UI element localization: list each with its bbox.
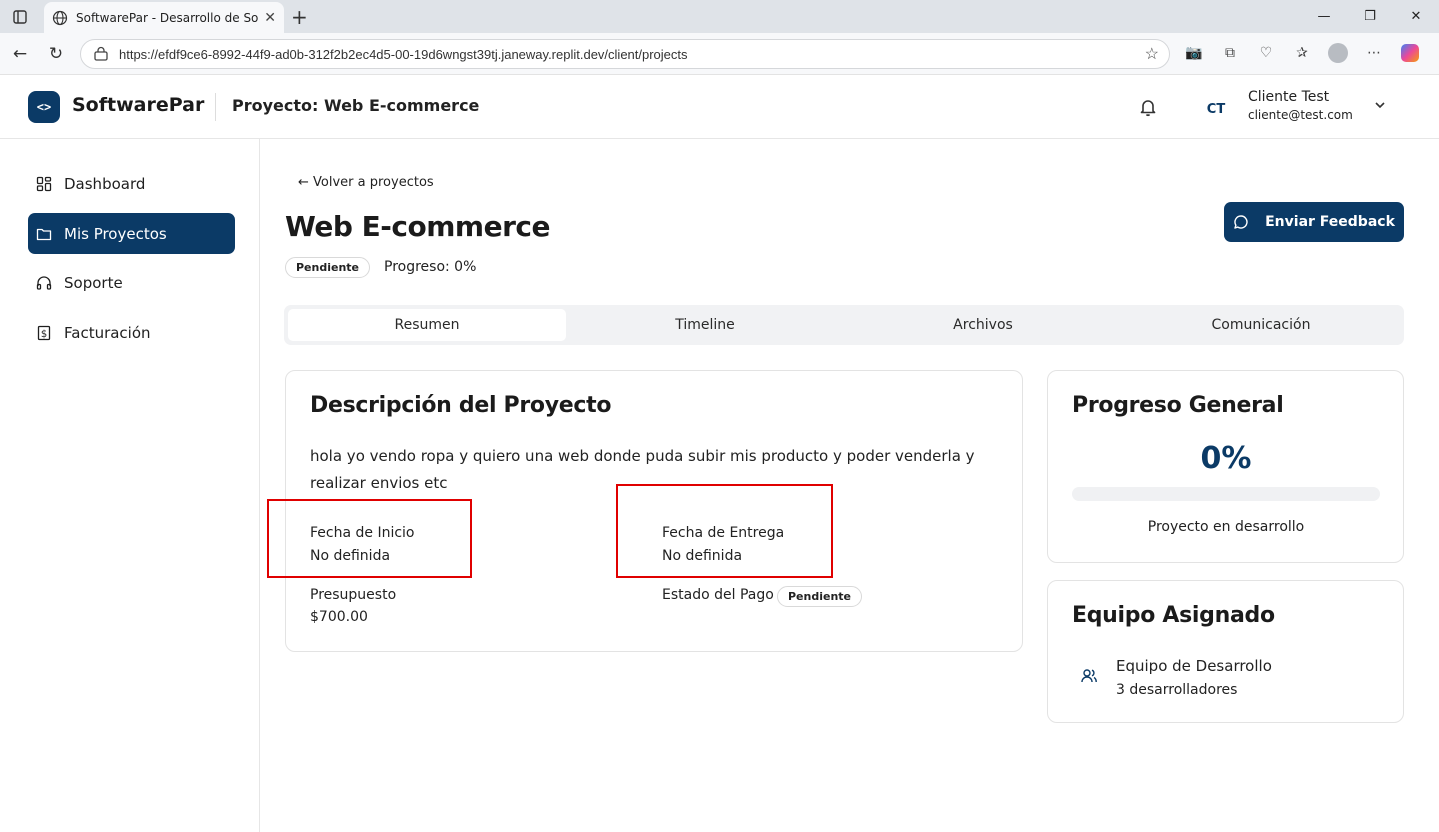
- grid-icon: [36, 176, 52, 191]
- browser-essentials-icon[interactable]: ♡: [1254, 41, 1278, 65]
- budget-label: Presupuesto: [310, 587, 397, 603]
- sidebar-item-label: Mis Proyectos: [64, 224, 167, 243]
- brand-name[interactable]: SoftwarePar: [72, 94, 204, 116]
- avatar[interactable]: CT: [1200, 93, 1232, 125]
- headphones-icon: [36, 275, 52, 290]
- description-title: Descripción del Proyecto: [310, 393, 612, 418]
- status-badge: Pendiente: [285, 257, 371, 278]
- favorite-star-icon[interactable]: ☆: [1145, 44, 1159, 64]
- progress-card: Progreso General 0% Proyecto en desarrol…: [1047, 370, 1404, 563]
- message-circle-icon: [1234, 215, 1248, 229]
- browser-tab-strip: SoftwarePar - Desarrollo de Softw ✕ + — …: [0, 0, 1439, 33]
- team-count: 3 desarrolladores: [1116, 682, 1238, 698]
- folder-icon: [36, 228, 52, 240]
- sidebar-item-soporte[interactable]: Soporte: [28, 262, 235, 303]
- highlight-box-start-date: [267, 499, 472, 578]
- back-arrow-icon[interactable]: ←: [8, 42, 32, 66]
- budget-value: $700.00: [310, 609, 368, 625]
- progress-status: Proyecto en desarrollo: [1147, 519, 1305, 535]
- users-icon: [1081, 669, 1097, 683]
- tab-bar: Resumen Timeline Archivos Comunicación: [284, 305, 1404, 345]
- window-controls: — ❐ ✕: [1301, 0, 1439, 33]
- team-card: Equipo Asignado Equipo de Desarrollo 3 d…: [1047, 580, 1404, 723]
- more-menu-icon[interactable]: ⋯: [1362, 41, 1386, 65]
- sidebar-item-label: Dashboard: [64, 174, 146, 193]
- tab-archivos[interactable]: Archivos: [844, 309, 1122, 341]
- copilot-icon[interactable]: [1398, 41, 1422, 65]
- globe-icon: [52, 10, 68, 25]
- send-feedback-label: Enviar Feedback: [1265, 214, 1395, 230]
- favorites-icon[interactable]: ✰: [1290, 41, 1314, 65]
- sidebar-item-facturacion[interactable]: $ Facturación: [28, 312, 235, 353]
- sidebar-item-dashboard[interactable]: Dashboard: [28, 163, 235, 204]
- extensions-icon[interactable]: ⧉: [1218, 41, 1242, 65]
- browser-toolbar: ← ↻ https://efdf9ce6-8992-44f9-ad0b-312f…: [0, 33, 1439, 75]
- payment-status-badge: Pendiente: [777, 586, 863, 607]
- header-divider: [215, 93, 216, 121]
- tab-comunicacion[interactable]: Comunicación: [1122, 309, 1400, 341]
- chevron-down-icon[interactable]: [1372, 97, 1388, 113]
- page-title: Proyecto: Web E-commerce: [232, 96, 480, 115]
- tab-title: SoftwarePar - Desarrollo de Softw: [76, 10, 259, 25]
- svg-text:$: $: [41, 329, 47, 340]
- tab-actions-icon[interactable]: [9, 6, 31, 28]
- project-name: Web E-commerce: [285, 210, 551, 243]
- browser-tab[interactable]: SoftwarePar - Desarrollo de Softw ✕: [44, 2, 284, 33]
- team-name: Equipo de Desarrollo: [1116, 657, 1272, 675]
- new-tab-icon[interactable]: +: [291, 5, 308, 29]
- app-header: <> SoftwarePar Proyecto: Web E-commerce …: [0, 75, 1439, 139]
- progress-text: Progreso: 0%: [384, 259, 477, 275]
- send-feedback-button[interactable]: Enviar Feedback: [1224, 202, 1404, 242]
- progress-title: Progreso General: [1072, 393, 1284, 418]
- team-title: Equipo Asignado: [1072, 603, 1275, 628]
- sidebar: Dashboard Mis Proyectos Soporte $ Factur…: [0, 139, 260, 832]
- bell-icon[interactable]: [1136, 95, 1160, 119]
- sidebar-item-label: Facturación: [64, 323, 151, 342]
- site-info-icon[interactable]: [93, 46, 109, 62]
- user-email: cliente@test.com: [1248, 108, 1353, 122]
- screenshot-icon[interactable]: 📷: [1182, 41, 1206, 65]
- toolbar-icons: 📷 ⧉ ♡ ✰ ⋯: [1182, 41, 1422, 65]
- sidebar-item-mis-proyectos[interactable]: Mis Proyectos: [28, 213, 235, 254]
- receipt-icon: $: [37, 325, 51, 340]
- tab-resumen[interactable]: Resumen: [288, 309, 566, 341]
- progress-percent: 0%: [1200, 441, 1252, 476]
- payment-status-label: Estado del Pago: [662, 587, 774, 603]
- user-name[interactable]: Cliente Test: [1248, 89, 1329, 105]
- sidebar-item-label: Soporte: [64, 273, 123, 292]
- address-bar[interactable]: https://efdf9ce6-8992-44f9-ad0b-312f2b2e…: [80, 39, 1170, 69]
- back-link[interactable]: ← Volver a proyectos: [298, 175, 434, 190]
- close-tab-icon[interactable]: ✕: [264, 10, 276, 26]
- highlight-box-delivery-date: [616, 484, 833, 578]
- restore-icon[interactable]: ❐: [1347, 0, 1393, 33]
- progress-bar: [1072, 487, 1380, 501]
- close-window-icon[interactable]: ✕: [1393, 0, 1439, 33]
- logo-icon[interactable]: <>: [28, 91, 60, 123]
- minimize-icon[interactable]: —: [1301, 0, 1347, 33]
- reload-icon[interactable]: ↻: [44, 42, 68, 66]
- tab-timeline[interactable]: Timeline: [566, 309, 844, 341]
- url-text: https://efdf9ce6-8992-44f9-ad0b-312f2b2e…: [119, 46, 688, 62]
- profile-icon[interactable]: [1326, 41, 1350, 65]
